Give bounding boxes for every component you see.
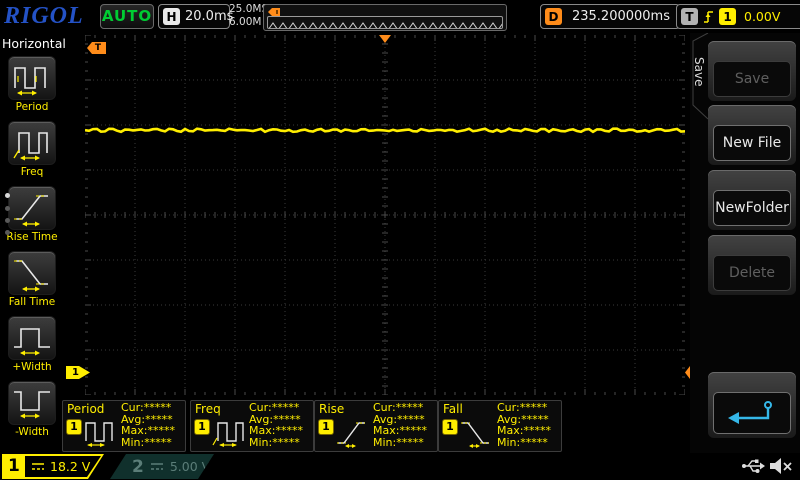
measure-item-label: +Width bbox=[4, 361, 60, 373]
panel-stats: Cur:***** Avg:***** Max:***** Min:***** bbox=[497, 402, 551, 448]
trigger-offscreen-left-icon bbox=[268, 8, 280, 16]
softkey-menu: Save Save New File NewFolder Delete bbox=[690, 33, 800, 455]
panel-stats: Cur:***** Avg:***** Max:***** Min:***** bbox=[121, 402, 175, 448]
memory-waveform-preview[interactable] bbox=[263, 4, 507, 31]
freq-icon bbox=[8, 121, 56, 165]
save-button[interactable]: Save bbox=[713, 61, 791, 97]
run-status-indicator[interactable]: AUTO bbox=[100, 4, 154, 29]
rise-icon bbox=[335, 416, 371, 448]
measure-item-period[interactable]: Period bbox=[4, 56, 60, 113]
measure-item-label: -Width bbox=[4, 426, 60, 438]
waveform-graticule[interactable] bbox=[85, 35, 685, 395]
scroll-dot bbox=[5, 218, 10, 223]
pos-width-icon bbox=[8, 316, 56, 360]
speaker-muted-icon bbox=[768, 456, 794, 476]
fall-icon bbox=[459, 416, 495, 448]
measurement-panel-rise[interactable]: Rise 1 Cur:***** Avg:***** Max:***** Min… bbox=[314, 400, 438, 452]
measure-item-label: Rise Time bbox=[4, 231, 60, 243]
measure-item-pos-width[interactable]: +Width bbox=[4, 316, 60, 373]
trigger-slope-icon bbox=[703, 9, 714, 24]
measure-item-neg-width[interactable]: -Width bbox=[4, 381, 60, 438]
menu-tab-outline bbox=[690, 33, 710, 143]
softkey-slot: Save bbox=[708, 41, 796, 101]
panel-stats: Cur:***** Avg:***** Max:***** Min:***** bbox=[249, 402, 303, 448]
delay-value: 235.200000ms bbox=[572, 9, 670, 24]
new-file-button[interactable]: New File bbox=[713, 125, 791, 161]
panel-channel-badge: 1 bbox=[319, 420, 333, 434]
measure-item-label: Period bbox=[4, 101, 60, 113]
channel-1-readout: 18.2 V bbox=[25, 456, 109, 477]
channel-2-status[interactable]: 2 5.00 V bbox=[110, 454, 216, 479]
memory-waveform-icon bbox=[268, 21, 502, 29]
measure-item-label: Freq bbox=[4, 166, 60, 178]
d-badge: D bbox=[545, 8, 562, 25]
new-folder-button[interactable]: NewFolder bbox=[713, 190, 791, 226]
softkey-slot: New File bbox=[708, 105, 796, 165]
h-badge: H bbox=[163, 8, 180, 25]
rise-time-icon bbox=[8, 186, 56, 230]
rigol-logo: RIGOL bbox=[4, 3, 84, 30]
measure-item-label: Fall Time bbox=[4, 296, 60, 308]
trigger-readout-box[interactable]: T 1 0.00V bbox=[676, 4, 800, 29]
panel-title: Freq bbox=[195, 402, 221, 416]
panel-title: Fall bbox=[443, 402, 463, 416]
fall-time-icon bbox=[8, 251, 56, 295]
measure-item-rise-time[interactable]: Rise Time bbox=[4, 186, 60, 243]
softkey-slot: NewFolder bbox=[708, 170, 796, 230]
panel-title: Rise bbox=[319, 402, 344, 416]
ch1-trace bbox=[85, 129, 685, 132]
usb-icon bbox=[741, 457, 765, 475]
horizontal-scale-box[interactable]: H 20.0ms bbox=[158, 4, 230, 29]
trigger-level-value: 0.00V bbox=[744, 9, 780, 24]
measurement-panel-period[interactable]: Period 1 Cur:***** Avg:***** Max:***** M… bbox=[62, 400, 186, 452]
oscilloscope-screen: RIGOL AUTO H 20.0ms 25.0MSa/s 6.00M pts … bbox=[0, 0, 800, 480]
panel-stats: Cur:***** Avg:***** Max:***** Min:***** bbox=[373, 402, 427, 448]
delay-readout-box[interactable]: D 235.200000ms bbox=[540, 4, 680, 29]
panel-channel-badge: 1 bbox=[443, 420, 457, 434]
memory-waveform-strip bbox=[267, 16, 503, 29]
softkey-slot: Delete bbox=[708, 235, 796, 295]
trigger-source-badge: 1 bbox=[719, 8, 736, 25]
scroll-dot bbox=[5, 206, 10, 211]
measurement-panel-freq[interactable]: Freq 1 Cur:***** Avg:***** Max:***** Min… bbox=[190, 400, 314, 452]
channel-number: 1 bbox=[8, 456, 20, 476]
channel-1-status[interactable]: 1 18.2 V bbox=[2, 454, 106, 479]
measure-category-title: Horizontal bbox=[2, 36, 66, 51]
dc-coupling-icon bbox=[31, 461, 45, 472]
measure-item-fall-time[interactable]: Fall Time bbox=[4, 251, 60, 308]
horizontal-scale-value: 20.0ms bbox=[185, 9, 233, 24]
period-icon bbox=[83, 416, 119, 448]
measure-item-freq[interactable]: Freq bbox=[4, 121, 60, 178]
dc-coupling-icon bbox=[150, 461, 164, 472]
channel-scale: 5.00 V bbox=[170, 459, 210, 474]
delete-button[interactable]: Delete bbox=[713, 255, 791, 291]
measurement-panel-fall[interactable]: Fall 1 Cur:***** Avg:***** Max:***** Min… bbox=[438, 400, 562, 452]
t-badge: T bbox=[681, 8, 698, 25]
channel-status-bar: 1 18.2 V 2 5.00 V bbox=[0, 453, 800, 480]
neg-width-icon bbox=[8, 381, 56, 425]
delay-position-marker[interactable] bbox=[379, 35, 391, 43]
scroll-dot-active bbox=[5, 193, 10, 198]
scroll-dot bbox=[5, 230, 10, 235]
return-arrow-icon bbox=[724, 398, 780, 428]
channel-scale: 18.2 V bbox=[50, 459, 90, 474]
panel-title: Period bbox=[67, 402, 104, 416]
period-icon bbox=[8, 56, 56, 100]
menu-tab-title: Save bbox=[692, 57, 706, 86]
panel-channel-badge: 1 bbox=[195, 420, 209, 434]
channel-number: 2 bbox=[132, 457, 144, 477]
softkey-slot bbox=[708, 372, 796, 438]
panel-channel-badge: 1 bbox=[67, 420, 81, 434]
back-button[interactable] bbox=[713, 392, 791, 434]
freq-icon bbox=[211, 416, 247, 448]
